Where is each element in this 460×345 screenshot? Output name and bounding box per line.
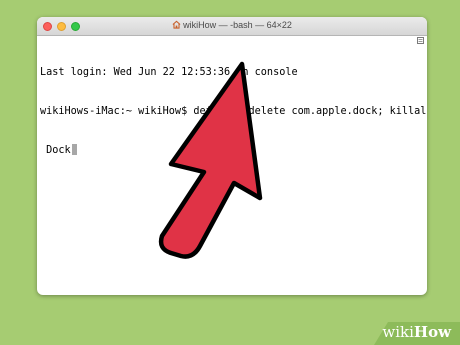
window-title: wikiHow — -bash — 64×22: [183, 20, 292, 30]
terminal-line-command-wrap: Dock: [40, 144, 418, 157]
text-cursor: [71, 144, 77, 155]
terminal-window: wikiHow — -bash — 64×22 Last login: Wed …: [37, 17, 427, 295]
scroll-indicator-icon[interactable]: [417, 37, 424, 44]
terminal-line-command: wikiHows-iMac:~ wikiHow$ defaults delete…: [40, 106, 427, 117]
title-bar: wikiHow — -bash — 64×22: [37, 17, 427, 36]
terminal-output[interactable]: Last login: Wed Jun 22 12:53:36 on conso…: [40, 40, 427, 183]
window-title-wrap: wikiHow — -bash — 64×22: [37, 20, 427, 30]
terminal-line-continuation: Dock: [40, 145, 71, 156]
wikihow-logo: wikiHow: [382, 323, 451, 341]
home-folder-icon: [172, 20, 181, 29]
terminal-line-login: Last login: Wed Jun 22 12:53:36 on conso…: [40, 67, 298, 78]
logo-how: How: [413, 323, 451, 341]
logo-wiki: wiki: [382, 323, 414, 341]
